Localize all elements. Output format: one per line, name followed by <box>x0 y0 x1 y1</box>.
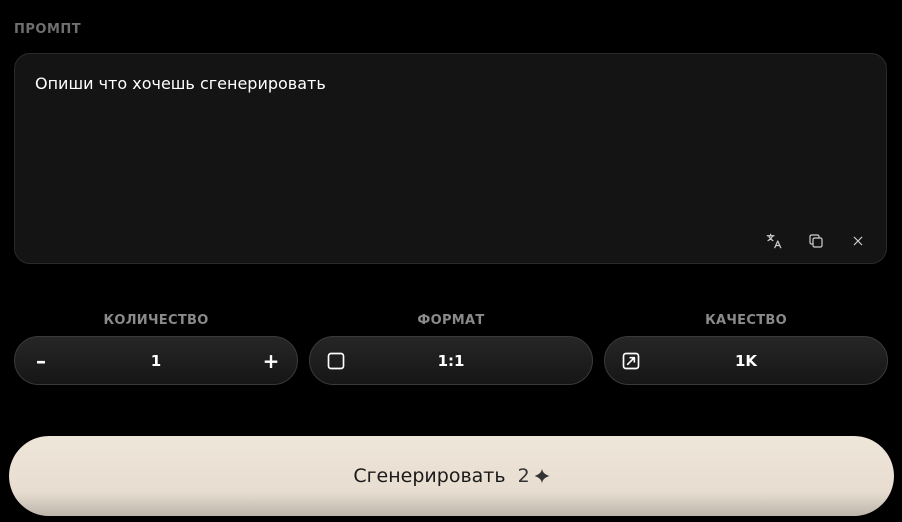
quality-icon-wrapper <box>617 347 645 375</box>
quality-select[interactable]: 1K <box>604 336 888 385</box>
copy-button[interactable] <box>806 231 826 251</box>
clear-button[interactable] <box>848 231 868 251</box>
decrement-button[interactable]: – <box>27 347 55 375</box>
prompt-toolbar <box>764 231 868 251</box>
translate-icon <box>766 233 782 249</box>
generate-label: Сгенерировать <box>353 465 506 487</box>
resize-icon <box>622 352 640 369</box>
quantity-value: 1 <box>150 351 162 370</box>
copy-icon <box>809 234 823 248</box>
quantity-stepper: – 1 + <box>14 336 298 385</box>
square-icon <box>327 352 345 369</box>
translate-button[interactable] <box>764 231 784 251</box>
quantity-label: КОЛИЧЕСТВО <box>103 313 209 328</box>
format-value: 1:1 <box>437 351 465 370</box>
cost-value: 2 <box>517 465 530 487</box>
format-select[interactable]: 1:1 <box>309 336 593 385</box>
prompt-section-label: ПРОМПТ <box>14 22 82 37</box>
prompt-input[interactable] <box>35 74 835 224</box>
quality-label: КАЧЕСТВО <box>705 313 787 328</box>
generate-button[interactable]: Сгенерировать 2 <box>9 436 894 516</box>
quality-value: 1K <box>734 351 758 370</box>
prompt-box <box>14 53 887 264</box>
format-icon-wrapper <box>322 347 350 375</box>
sparkle-icon <box>534 468 550 484</box>
format-label: ФОРМАТ <box>417 313 485 328</box>
close-icon <box>853 236 863 246</box>
generate-cost: 2 <box>518 465 550 487</box>
increment-button[interactable]: + <box>257 347 285 375</box>
